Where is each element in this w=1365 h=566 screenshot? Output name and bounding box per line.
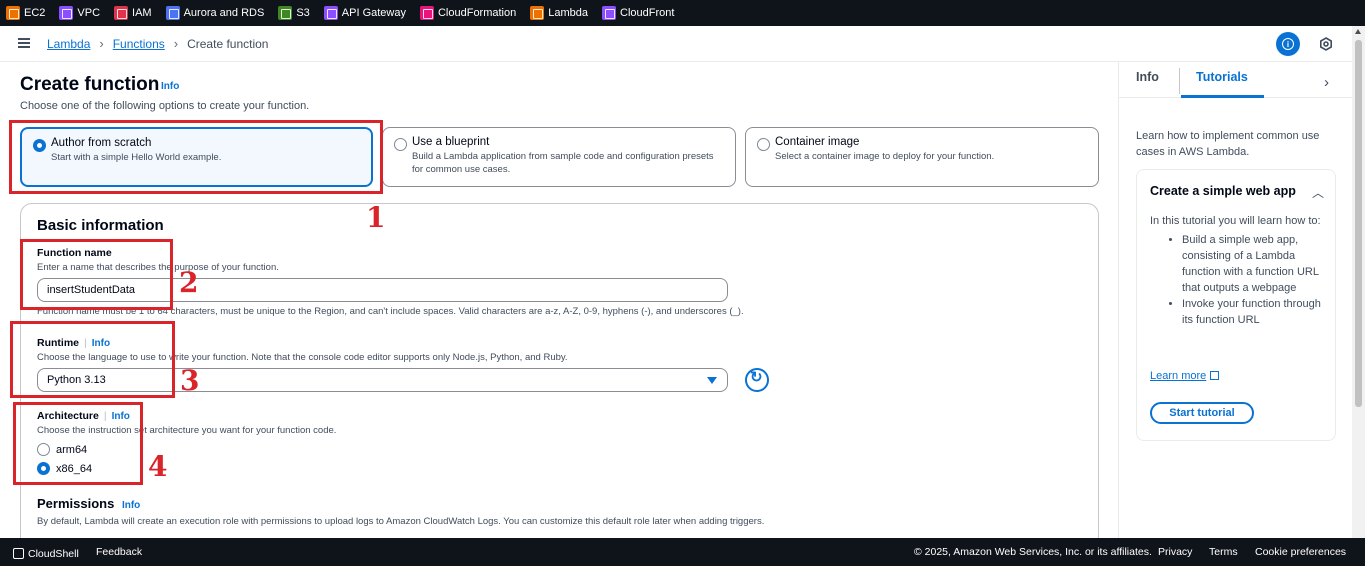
feedback-link[interactable]: Feedback — [96, 546, 142, 558]
services-bar: EC2 VPC IAM Aurora and RDS S3 API Gatewa… — [0, 0, 1365, 26]
option-title: Container image — [775, 136, 860, 148]
tutorial-card-body: In this tutorial you will learn how to: … — [1150, 213, 1330, 328]
cloudfront-icon — [602, 6, 617, 20]
cloudshell-icon — [13, 548, 24, 559]
permissions-desc: By default, Lambda will create an execut… — [37, 516, 765, 527]
page-scrollbar[interactable] — [1352, 26, 1365, 538]
cloudshell-button[interactable]: CloudShell — [13, 546, 79, 560]
service-api-gateway[interactable]: API Gateway — [323, 6, 406, 20]
tutorials-intro: Learn how to implement common use cases … — [1136, 130, 1320, 158]
annotation-box-3 — [10, 321, 175, 398]
console-footer: CloudShell Feedback © 2025, Amazon Web S… — [0, 538, 1365, 566]
tutorial-card-lead: In this tutorial you will learn how to: — [1150, 215, 1321, 227]
service-cloudformation[interactable]: CloudFormation — [419, 6, 517, 20]
annotation-number-3: 3 — [180, 364, 200, 397]
permissions-label-row: Permissions Info — [37, 496, 140, 511]
chevron-right-icon: › — [99, 36, 104, 51]
service-label: S3 — [296, 7, 310, 19]
tutorial-steps: Build a simple web app, consisting of a … — [1150, 232, 1330, 328]
breadcrumb-functions[interactable]: Functions — [113, 37, 165, 51]
breadcrumb-lambda[interactable]: Lambda — [47, 37, 90, 51]
service-ec2[interactable]: EC2 — [6, 6, 45, 20]
option-desc: Build a Lambda application from sample c… — [412, 151, 714, 175]
active-tab-indicator — [1181, 95, 1264, 98]
annotation-box-1 — [9, 120, 383, 194]
option-use-blueprint[interactable]: Use a blueprint Build a Lambda applicati… — [382, 127, 736, 187]
privacy-link[interactable]: Privacy — [1158, 546, 1192, 558]
s3-icon — [278, 6, 293, 20]
service-s3[interactable]: S3 — [278, 6, 310, 20]
tab-divider — [1179, 68, 1180, 94]
menu-icon[interactable] — [18, 38, 30, 48]
chevron-right-icon[interactable]: › — [1324, 74, 1329, 91]
caret-down-icon — [707, 377, 717, 384]
vpc-icon — [59, 6, 74, 20]
option-desc: Select a container image to deploy for y… — [775, 151, 995, 162]
chevron-right-icon: › — [173, 36, 179, 51]
settings-icon[interactable] — [1319, 37, 1333, 51]
service-label: API Gateway — [341, 7, 406, 19]
annotation-box-4 — [13, 402, 143, 485]
refresh-icon[interactable] — [745, 368, 769, 392]
cookie-preferences-link[interactable]: Cookie preferences — [1255, 546, 1346, 558]
permissions-label: Permissions — [37, 496, 115, 511]
tab-info[interactable]: Info — [1136, 70, 1159, 84]
scroll-up-arrow-icon[interactable] — [1355, 29, 1361, 34]
annotation-number-4: 4 — [148, 450, 168, 483]
radio-icon[interactable] — [394, 138, 407, 151]
ec2-icon — [6, 6, 20, 20]
breadcrumb-current: Create function — [187, 36, 269, 51]
cloudshell-label: CloudShell — [28, 548, 79, 560]
service-label: VPC — [77, 7, 101, 19]
learn-more-label: Learn more — [1150, 370, 1207, 382]
service-rds[interactable]: Aurora and RDS — [165, 6, 265, 20]
permissions-info-link[interactable]: Info — [122, 500, 140, 511]
tutorial-step: Build a simple web app, consisting of a … — [1182, 232, 1330, 296]
service-label: Aurora and RDS — [183, 7, 265, 19]
info-icon[interactable]: i — [1276, 32, 1300, 56]
tutorial-card: Create a simple web app ︿ In this tutori… — [1136, 169, 1336, 441]
annotation-number-1: 1 — [366, 201, 386, 234]
copyright-text: © 2025, Amazon Web Services, Inc. or its… — [914, 546, 1152, 558]
cloudformation-icon — [419, 6, 434, 20]
tutorial-step: Invoke your function through its functio… — [1182, 296, 1330, 328]
option-title: Use a blueprint — [412, 136, 490, 148]
iam-icon — [114, 6, 129, 20]
scrollbar-thumb[interactable] — [1355, 40, 1362, 407]
tab-tutorials[interactable]: Tutorials — [1196, 70, 1248, 84]
breadcrumb: Lambda › Functions › Create function — [47, 36, 268, 51]
service-label: IAM — [132, 7, 152, 19]
main-content: Create function Info Choose one of the f… — [0, 62, 1118, 538]
terms-link[interactable]: Terms — [1209, 546, 1238, 558]
page-title: Create function — [20, 74, 160, 95]
service-vpc[interactable]: VPC — [59, 6, 100, 20]
service-label: Lambda — [548, 7, 589, 19]
radio-icon[interactable] — [757, 138, 770, 151]
annotation-box-2 — [20, 239, 173, 310]
service-lambda[interactable]: Lambda — [530, 6, 588, 20]
page-subtitle: Choose one of the following options to c… — [20, 100, 310, 112]
tutorial-card-title[interactable]: Create a simple web app — [1150, 184, 1296, 198]
learn-more-link[interactable]: Learn more — [1150, 370, 1220, 382]
service-label: EC2 — [24, 7, 46, 19]
breadcrumb-header: Lambda › Functions › Create function i — [0, 26, 1352, 62]
start-tutorial-button[interactable]: Start tutorial — [1150, 402, 1254, 424]
basic-information-title: Basic information — [37, 217, 164, 234]
lambda-icon — [530, 6, 545, 20]
api-gateway-icon — [323, 6, 338, 20]
chevron-up-icon[interactable]: ︿ — [1312, 184, 1324, 201]
help-panel: Info Tutorials › Learn how to implement … — [1118, 62, 1353, 538]
annotation-number-2: 2 — [179, 266, 199, 299]
service-iam[interactable]: IAM — [114, 6, 152, 20]
page-info-link[interactable]: Info — [161, 81, 179, 92]
service-cloudfront[interactable]: CloudFront — [602, 6, 674, 20]
service-label: CloudFormation — [437, 7, 517, 19]
external-link-icon — [1210, 371, 1220, 380]
service-label: CloudFront — [620, 7, 675, 19]
option-container-image[interactable]: Container image Select a container image… — [745, 127, 1099, 187]
rds-icon — [165, 6, 180, 20]
